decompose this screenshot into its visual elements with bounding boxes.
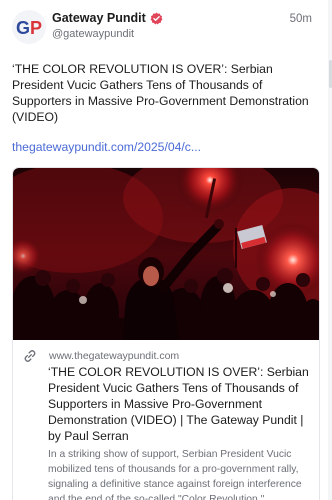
link-preview-domain: www.thegatewaypundit.com	[49, 350, 180, 362]
post[interactable]: G P Gateway Pundit @gatewaypundit 50m ‘T…	[0, 0, 332, 500]
account-handle[interactable]: @gatewaypundit	[52, 27, 290, 41]
avatar-letter-p: P	[30, 18, 42, 38]
account-ids: Gateway Pundit @gatewaypundit	[52, 10, 290, 41]
post-header: G P Gateway Pundit @gatewaypundit 50m	[12, 10, 312, 48]
crowd-with-red-flares-photo[interactable]	[13, 168, 319, 340]
link-preview-domain-row: www.thegatewaypundit.com	[23, 349, 309, 363]
link-icon	[24, 350, 36, 362]
avatar-letter-g: G	[16, 18, 30, 38]
link-preview-title[interactable]: ‘THE COLOR REVOLUTION IS OVER’: Serbian …	[48, 364, 309, 444]
gateway-pundit-logo-icon: G P	[16, 18, 42, 38]
verified-badge-icon	[150, 12, 163, 25]
display-name[interactable]: Gateway Pundit	[52, 11, 146, 26]
scrollbar-track[interactable]	[328, 0, 332, 500]
name-row: Gateway Pundit	[52, 11, 290, 26]
post-link[interactable]: thegatewaypundit.com/2025/04/c...	[12, 139, 312, 155]
post-timestamp[interactable]: 50m	[290, 10, 312, 27]
link-preview-description: In a striking show of support, Serbian P…	[48, 449, 302, 500]
link-preview-card[interactable]: www.thegatewaypundit.com ‘THE COLOR REVO…	[12, 167, 320, 500]
link-preview-info[interactable]: www.thegatewaypundit.com ‘THE COLOR REVO…	[13, 340, 319, 500]
avatar[interactable]: G P	[12, 10, 46, 44]
post-text: ‘THE COLOR REVOLUTION IS OVER’: Serbian …	[12, 62, 309, 124]
